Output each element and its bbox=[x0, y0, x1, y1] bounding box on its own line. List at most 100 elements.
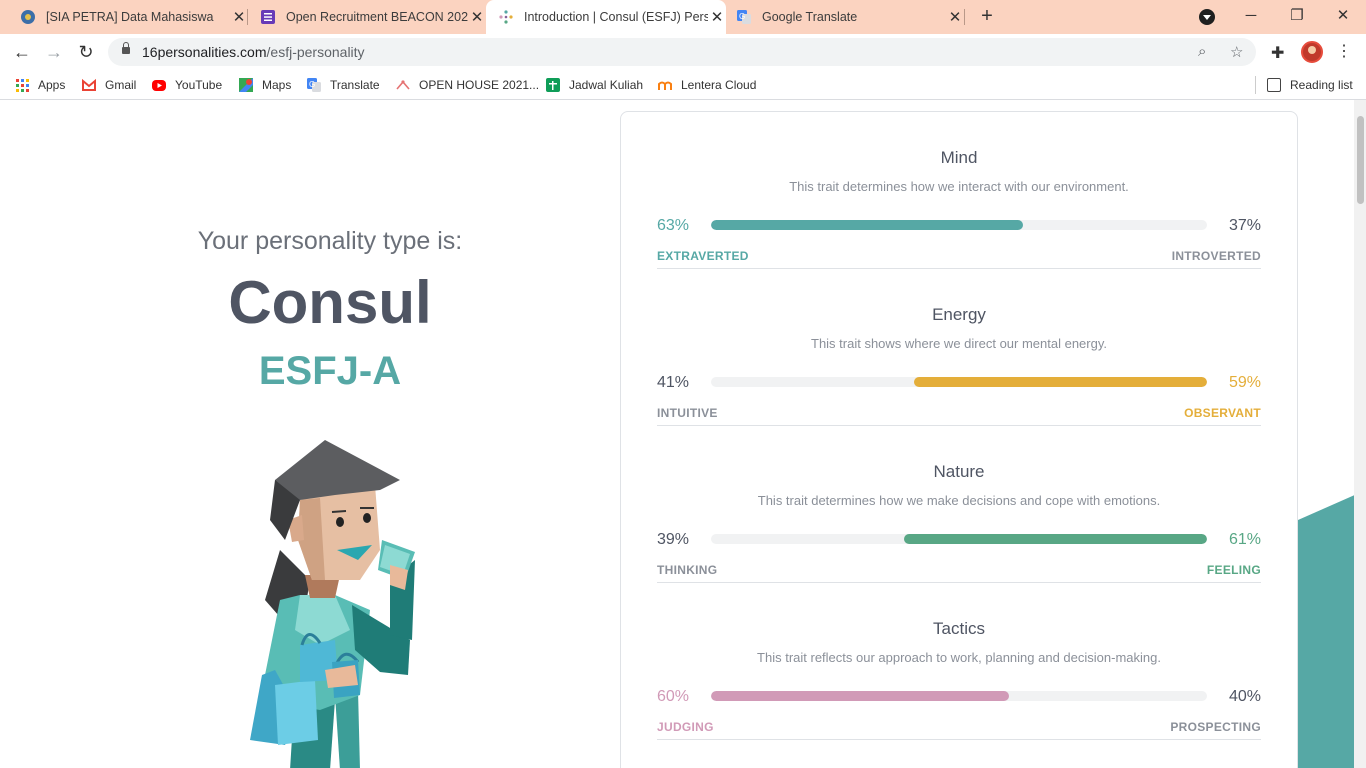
trait-description: This trait reflects our approach to work… bbox=[757, 650, 1161, 665]
bookmark-label: Jadwal Kuliah bbox=[569, 78, 644, 92]
trait-right-percent: 40% bbox=[1228, 688, 1261, 705]
personality-type-code: ESFJ-A bbox=[258, 349, 402, 393]
globe-icon bbox=[20, 9, 36, 25]
bookmark-star-icon[interactable]: ☆ bbox=[1230, 43, 1243, 61]
trait-left-label: JUDGING bbox=[657, 720, 714, 734]
trait-right-label: INTROVERTED bbox=[1171, 249, 1261, 263]
bookmark-youtube[interactable]: YouTube bbox=[152, 76, 222, 94]
trait-description: This trait determines how we make decisi… bbox=[757, 493, 1161, 508]
tab-consul[interactable]: Introduction | Consul (ESFJ) Perso ✕ bbox=[486, 0, 726, 34]
tab-title: Introduction | Consul (ESFJ) Perso bbox=[524, 10, 708, 24]
trait-left-percent: 41% bbox=[657, 374, 690, 391]
sheets-icon bbox=[546, 78, 560, 92]
trait-nature: Nature This trait determines how we make… bbox=[657, 426, 1261, 583]
bookmark-label: Maps bbox=[262, 78, 292, 92]
lock-icon[interactable] bbox=[122, 42, 130, 54]
trait-bar-fill bbox=[904, 534, 1207, 544]
url-host: 16personalities.com bbox=[142, 44, 267, 60]
trait-right-label: OBSERVANT bbox=[1184, 406, 1261, 420]
new-tab-button[interactable]: + bbox=[976, 5, 998, 27]
svg-text:G: G bbox=[739, 12, 745, 21]
reading-list-icon bbox=[1267, 78, 1281, 92]
trait-bar-fill bbox=[711, 220, 1024, 230]
tab-title: [SIA PETRA] Data Mahasiswa bbox=[46, 10, 214, 24]
trait-left-percent: 39% bbox=[657, 531, 690, 548]
url-path: /esfj-personality bbox=[266, 44, 365, 60]
personality-type-label: Your personality type is: bbox=[197, 227, 463, 255]
bookmark-translate[interactable]: G Translate bbox=[307, 76, 380, 94]
scrollbar-thumb[interactable] bbox=[1357, 116, 1364, 204]
trait-description: This trait determines how we interact wi… bbox=[789, 179, 1129, 194]
trait-mind: Mind This trait determines how we intera… bbox=[657, 112, 1261, 269]
bookmark-label: YouTube bbox=[175, 78, 223, 92]
youtube-icon bbox=[152, 79, 166, 91]
trait-energy: Energy This trait shows where we direct … bbox=[657, 269, 1261, 426]
close-tab-icon[interactable]: ✕ bbox=[230, 8, 248, 26]
trait-bar-fill bbox=[914, 377, 1207, 387]
translate-icon: G bbox=[307, 78, 321, 92]
forward-button[interactable]: → bbox=[42, 40, 66, 64]
result-hero: Your personality type is: Consul ESFJ-A bbox=[0, 100, 620, 768]
trait-name: Tactics bbox=[933, 619, 985, 638]
bookmark-jadwal-kuliah[interactable]: Jadwal Kuliah bbox=[546, 76, 643, 94]
profile-avatar[interactable] bbox=[1301, 41, 1323, 63]
bookmark-maps[interactable]: Maps bbox=[239, 76, 291, 94]
bookmark-label: OPEN HOUSE 2021... bbox=[419, 78, 540, 92]
trait-left-label: THINKING bbox=[657, 563, 718, 577]
svg-text:G: G bbox=[309, 80, 315, 89]
close-tab-icon[interactable]: ✕ bbox=[946, 8, 964, 26]
extensions-icon[interactable]: ✚ bbox=[1271, 43, 1284, 63]
close-tab-icon[interactable]: ✕ bbox=[468, 8, 486, 26]
address-bar[interactable]: 16personalities.com/esfj-personality ⌕ ☆ bbox=[108, 38, 1256, 66]
browser-toolbar: ← → ↻ 16personalities.com/esfj-personali… bbox=[0, 34, 1366, 70]
trait-right-percent: 61% bbox=[1228, 531, 1261, 548]
apps-grid-icon bbox=[16, 78, 29, 92]
page-content: Your personality type is: Consul ESFJ-A bbox=[0, 100, 1366, 768]
trait-bar-fill bbox=[711, 691, 1009, 701]
zoom-icon[interactable]: ⌕ bbox=[1198, 43, 1206, 60]
bookmark-label: Lentera Cloud bbox=[681, 78, 757, 92]
trait-description: This trait shows where we direct our men… bbox=[811, 336, 1107, 351]
trait-bar bbox=[711, 377, 1207, 387]
minimize-button[interactable]: ─ bbox=[1236, 4, 1266, 28]
trait-name: Energy bbox=[932, 305, 986, 324]
bookmark-apps[interactable]: Apps bbox=[16, 76, 65, 94]
bookmark-lentera-cloud[interactable]: Lentera Cloud bbox=[658, 76, 756, 94]
restore-button[interactable]: ❐ bbox=[1282, 4, 1312, 28]
trait-left-label: INTUITIVE bbox=[657, 406, 718, 420]
trait-right-percent: 37% bbox=[1228, 217, 1261, 234]
personality-type-name: Consul bbox=[228, 269, 432, 336]
trait-name: Mind bbox=[940, 148, 978, 167]
tab-beacon[interactable]: Open Recruitment BEACON 2021 ✕ bbox=[248, 0, 486, 34]
trait-left-percent: 60% bbox=[657, 688, 690, 705]
tab-title: Open Recruitment BEACON 2021 bbox=[286, 10, 468, 24]
trait-right-label: PROSPECTING bbox=[1170, 720, 1261, 734]
trait-right-label: FEELING bbox=[1206, 563, 1261, 577]
url-text[interactable]: 16personalities.com/esfj-personality bbox=[142, 44, 365, 60]
gmail-icon bbox=[82, 78, 96, 92]
consul-character-illustration bbox=[250, 440, 415, 768]
bookmarks-bar: Apps Gmail YouTube Maps G Translate OPEN… bbox=[0, 70, 1366, 100]
bookmark-label: Apps bbox=[38, 78, 66, 92]
reading-list-button[interactable]: Reading list bbox=[1267, 76, 1353, 94]
trait-right-percent: 59% bbox=[1228, 374, 1261, 391]
chrome-menu-icon[interactable]: ⋮ bbox=[1336, 41, 1352, 61]
trait-name: Nature bbox=[933, 462, 985, 481]
close-window-button[interactable]: ✕ bbox=[1328, 4, 1358, 28]
trait-left-label: EXTRAVERTED bbox=[657, 249, 749, 263]
bookmark-label: Gmail bbox=[105, 78, 137, 92]
back-button[interactable]: ← bbox=[10, 40, 34, 64]
tab-google-translate[interactable]: G Google Translate ✕ bbox=[726, 0, 964, 34]
bookmark-label: Translate bbox=[330, 78, 380, 92]
tab-search-button[interactable] bbox=[1199, 9, 1215, 25]
tab-sia-petra[interactable]: [SIA PETRA] Data Mahasiswa ✕ bbox=[8, 0, 248, 34]
page-scrollbar[interactable] bbox=[1354, 100, 1366, 768]
16personalities-icon bbox=[498, 9, 514, 25]
bookmark-gmail[interactable]: Gmail bbox=[82, 76, 136, 94]
reload-button[interactable]: ↻ bbox=[74, 40, 98, 64]
tab-title: Google Translate bbox=[762, 10, 858, 24]
close-tab-icon[interactable]: ✕ bbox=[708, 8, 726, 26]
bookmark-open-house[interactable]: OPEN HOUSE 2021... bbox=[396, 76, 539, 94]
translate-icon: G bbox=[736, 9, 752, 25]
trait-bar bbox=[711, 691, 1207, 701]
